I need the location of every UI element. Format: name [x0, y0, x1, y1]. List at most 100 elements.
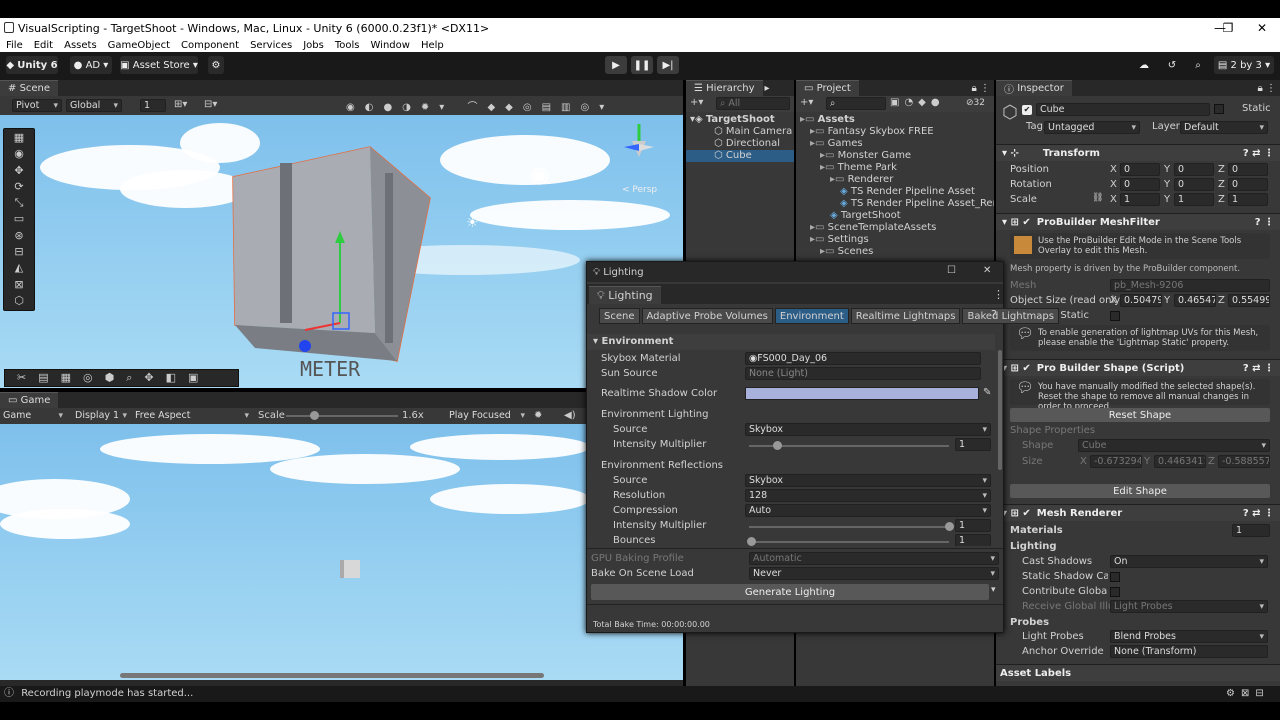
tag-dropdown[interactable]: Untagged [1044, 121, 1140, 134]
horizontal-scrollbar[interactable] [120, 673, 544, 678]
tab-lighting[interactable]: 💡︎ Lighting [589, 286, 661, 304]
link-icon[interactable]: ⛓ [1092, 193, 1103, 203]
position-y-input[interactable]: 0 [1174, 163, 1214, 176]
aspect-dropdown[interactable]: Free Aspect [132, 409, 252, 422]
generate-dropdown-arrow[interactable]: ▾ [991, 585, 996, 595]
meshfilter-header[interactable]: ▾ ⊞ ✔ ProBuilder MeshFilter ? ⋮ [996, 213, 1280, 230]
status-message[interactable]: Recording playmode has started... [21, 688, 193, 699]
menu-services[interactable]: Services [250, 40, 292, 51]
hierarchy-item[interactable]: ⬡ Cube [686, 150, 794, 162]
bake-on-load-dropdown[interactable]: Never [749, 567, 999, 580]
lighting-tab-scene[interactable]: Scene [599, 308, 640, 324]
project-item[interactable]: ▸▭ Monster Game [796, 150, 994, 162]
more-icon[interactable]: ▸ [765, 83, 770, 94]
rotation-x-input[interactable]: 0 [1120, 178, 1160, 191]
lighting-scrollbar[interactable] [998, 350, 1002, 470]
light-probes-dropdown[interactable]: Blend Probes [1110, 630, 1268, 643]
edit-shape-button[interactable]: Edit Shape [1010, 484, 1270, 498]
scale-z-input[interactable]: 1 [1228, 193, 1268, 206]
filter-icons[interactable]: ▣◔◆● [890, 97, 945, 108]
bounces-input[interactable]: 1 [955, 534, 991, 546]
tab-hierarchy[interactable]: ☰ Hierarchy [686, 80, 763, 96]
probuilder-shape-header[interactable]: ▾ ⊞ ✔ Pro Builder Shape (Script) ? ⇄ ⋮ [996, 359, 1280, 376]
layout-dropdown[interactable]: ▤ 2 by 3 ▾ [1214, 56, 1274, 74]
object-name-input[interactable]: Cube [1036, 103, 1210, 116]
transform-header[interactable]: ▾ ⊹ Transform ? ⇄ ⋮ [996, 144, 1280, 161]
component-menu-icons[interactable]: ? ⇄ ⋮ [1243, 508, 1274, 519]
project-search-input[interactable]: ⌕ [826, 97, 886, 110]
close-button[interactable]: ✕ [1248, 18, 1276, 38]
component-menu-icons[interactable]: ? ⇄ ⋮ [1243, 148, 1274, 159]
tool-icons[interactable]: ▦ ◉ ✥ ⟳ ⤡ ▭ ⊛ ⊟ ◭ ⊠ ⬡ [4, 129, 34, 309]
snap-grid-icon[interactable]: ⊞▾ [174, 99, 187, 110]
add-icon[interactable]: +▾ [690, 97, 703, 108]
menu-jobs[interactable]: Jobs [303, 40, 324, 51]
tab-scene[interactable]: # Scene [0, 80, 59, 96]
eyedropper-icon[interactable]: ✎ [983, 387, 991, 398]
snap-increment-icon[interactable]: ⊟▾ [204, 99, 217, 110]
help-icon[interactable]: ? [991, 308, 997, 321]
scene-viewport[interactable]: METER ◉ ☀ < Persp [0, 115, 683, 388]
scale-slider-thumb[interactable] [310, 411, 319, 420]
project-item[interactable]: ◈ TS Render Pipeline Asset_Renderer [796, 198, 994, 210]
project-item[interactable]: ▸▭ Scenes [796, 246, 994, 258]
position-x-input[interactable]: 0 [1120, 163, 1160, 176]
orientation-gizmo[interactable] [614, 119, 664, 179]
refl-intensity-input[interactable]: 1 [955, 519, 991, 532]
asset-labels-header[interactable]: Asset Labels [996, 664, 1280, 681]
menu-edit[interactable]: Edit [34, 40, 53, 51]
more-menu-icon[interactable]: ⋮ [993, 288, 1004, 301]
pivot-dropdown[interactable]: Pivot [12, 99, 62, 112]
materials-count[interactable]: 1 [1232, 524, 1270, 537]
reset-shape-button[interactable]: Reset Shape [1010, 408, 1270, 422]
source-dropdown[interactable]: Skybox [745, 423, 991, 436]
restore-button[interactable]: ❐ [1214, 18, 1242, 38]
rotation-y-input[interactable]: 0 [1174, 178, 1214, 191]
close-button[interactable]: ✕ [983, 265, 991, 276]
cloud-icon[interactable]: ☁ [1136, 56, 1152, 74]
menu-tools[interactable]: Tools [335, 40, 360, 51]
lighting-tab-adaptive-probe-volumes[interactable]: Adaptive Probe Volumes [641, 308, 773, 324]
resolution-dropdown[interactable]: 128 [745, 489, 991, 502]
maximize-button[interactable]: ☐ [947, 265, 956, 276]
intensity-slider-thumb[interactable] [773, 441, 782, 450]
audio-icon[interactable]: ◀) [564, 410, 576, 421]
compression-dropdown[interactable]: Auto [745, 504, 991, 517]
status-icons[interactable]: ⚙⊠⊟ [1226, 686, 1270, 702]
refl-intensity-thumb[interactable] [945, 522, 954, 531]
project-item[interactable]: ▸▭ Fantasy Skybox FREE [796, 126, 994, 138]
global-dropdown[interactable]: Global [66, 99, 122, 112]
project-item[interactable]: ▸▭ SceneTemplateAssets [796, 222, 994, 234]
lock-icon[interactable]: 🔒︎ ⋮ [972, 83, 991, 94]
size-x-input[interactable]: 0.50479 [1120, 294, 1162, 307]
menu-file[interactable]: File [6, 40, 23, 51]
shadow-color-swatch[interactable] [745, 387, 979, 400]
refl-intensity-slider[interactable] [749, 522, 954, 531]
menu-help[interactable]: Help [421, 40, 444, 51]
tab-project[interactable]: ▭ Project [796, 80, 859, 96]
pause-button[interactable]: ❚❚ [631, 56, 653, 74]
probuilder-tool-icons[interactable]: ✂▤▦◎⬢⌕✥◧▣ [5, 370, 238, 386]
sun-source-field[interactable]: None (Light) [745, 367, 981, 380]
menu-assets[interactable]: Assets [64, 40, 97, 51]
cube-object[interactable] [225, 143, 435, 363]
skybox-material-field[interactable]: ◉ FS000_Day_06 [745, 352, 981, 365]
light-icon[interactable]: ☀ [466, 215, 479, 231]
scale-y-input[interactable]: 1 [1174, 193, 1214, 206]
lighting-tab-environment[interactable]: Environment [774, 308, 849, 324]
contribute-gi-checkbox[interactable] [1110, 587, 1120, 597]
environment-section-header[interactable]: ▾ Environment [587, 334, 995, 350]
project-item[interactable]: ◈ TargetShoot [796, 210, 994, 222]
game-mode-dropdown[interactable]: Game [0, 409, 66, 422]
project-item[interactable]: ▸▭ Renderer [796, 174, 994, 186]
tab-inspector[interactable]: ⓘ Inspector [996, 80, 1072, 96]
settings-icon[interactable]: ⚙ [208, 56, 224, 74]
size-y-input[interactable]: 0.46547 [1174, 294, 1216, 307]
intensity-input[interactable]: 1 [955, 438, 991, 451]
lighting-tab-baked-lightmaps[interactable]: Baked Lightmaps [962, 308, 1059, 324]
position-z-input[interactable]: 0 [1228, 163, 1268, 176]
hidden-count-badge[interactable]: ⊘32 [966, 98, 985, 108]
grid-size-input[interactable]: 1 [140, 99, 166, 112]
hierarchy-search-input[interactable]: ⌕ All [716, 97, 790, 110]
display-dropdown[interactable]: Display 1 [72, 409, 130, 422]
